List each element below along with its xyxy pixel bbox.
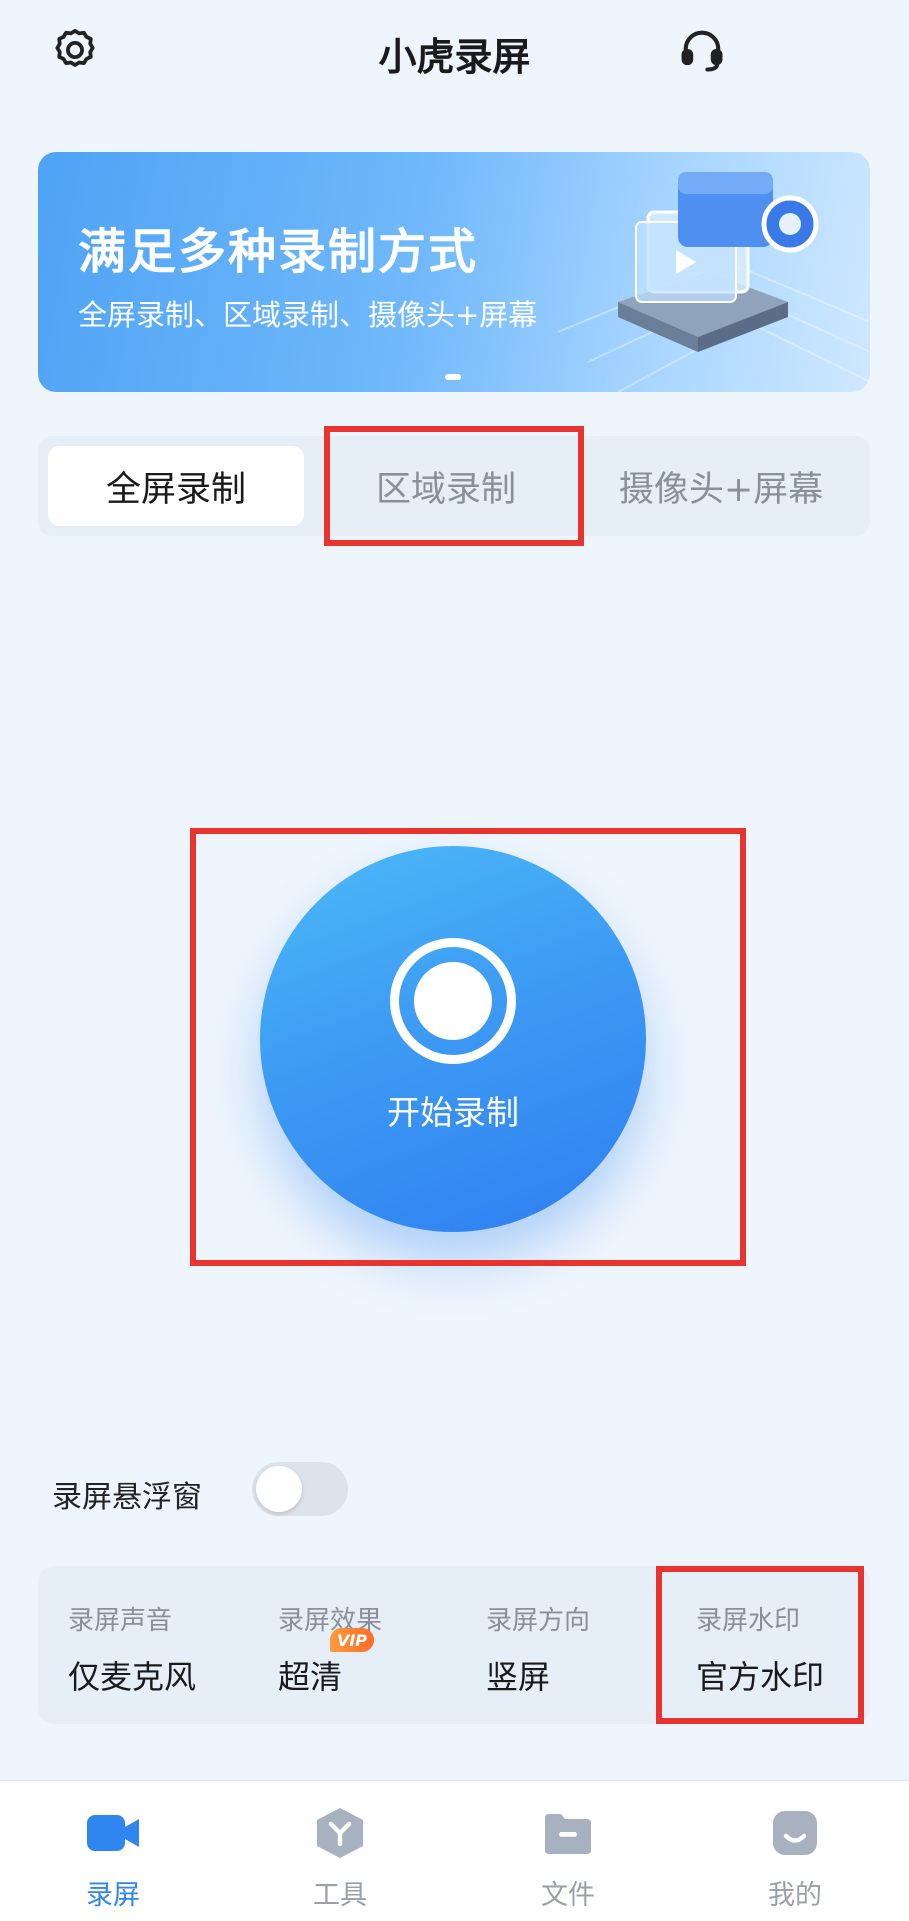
nav-label: 文件 (541, 1880, 595, 1911)
setting-value: 仅麦克风 (68, 1658, 197, 1696)
setting-value: 超清 (278, 1658, 343, 1696)
nav-item-files[interactable]: 文件 (488, 1781, 648, 1921)
nav-label: 录屏 (86, 1880, 140, 1911)
nav-item-tools[interactable]: 工具 (260, 1781, 420, 1921)
camera-illustration (558, 172, 870, 392)
app-title: 小虎录屏 (378, 35, 531, 79)
floating-window-toggle[interactable] (252, 1462, 348, 1516)
banner-subtitle: 全屏录制、区域录制、摄像头+屏幕 (78, 298, 538, 332)
profile-icon (767, 1805, 823, 1861)
app-header: 小虎录屏 (0, 0, 909, 110)
promo-banner[interactable]: 满足多种录制方式 全屏录制、区域录制、摄像头+屏幕 (38, 152, 870, 392)
highlight-box-watermark (656, 1566, 864, 1724)
banner-title: 满足多种录制方式 (78, 224, 479, 280)
bottom-navigation: 录屏 工具 文件 我的 (0, 1780, 909, 1921)
toggle-knob (256, 1466, 302, 1512)
video-camera-icon (85, 1805, 141, 1861)
nav-label: 我的 (768, 1880, 822, 1911)
setting-label: 录屏方向 (486, 1606, 591, 1636)
setting-value: 竖屏 (486, 1658, 551, 1696)
nav-item-profile[interactable]: 我的 (715, 1781, 875, 1921)
vip-badge: VIP (330, 1628, 374, 1652)
setting-quality[interactable]: 录屏效果 超清 VIP (278, 1566, 478, 1724)
folder-icon (540, 1805, 596, 1861)
setting-audio[interactable]: 录屏声音 仅麦克风 (68, 1566, 268, 1724)
tab-camera-screen[interactable]: 摄像头+屏幕 (578, 446, 864, 526)
tab-fullscreen[interactable]: 全屏录制 (48, 446, 304, 526)
highlight-box-region-tab (324, 426, 584, 546)
nav-label: 工具 (313, 1880, 367, 1911)
setting-label: 录屏声音 (68, 1606, 173, 1636)
headset-icon[interactable] (674, 22, 730, 78)
nav-item-record[interactable]: 录屏 (33, 1781, 193, 1921)
highlight-box-record (190, 828, 746, 1266)
toolbox-icon (312, 1805, 368, 1861)
carousel-indicator (445, 374, 461, 380)
floating-window-label: 录屏悬浮窗 (52, 1480, 202, 1515)
